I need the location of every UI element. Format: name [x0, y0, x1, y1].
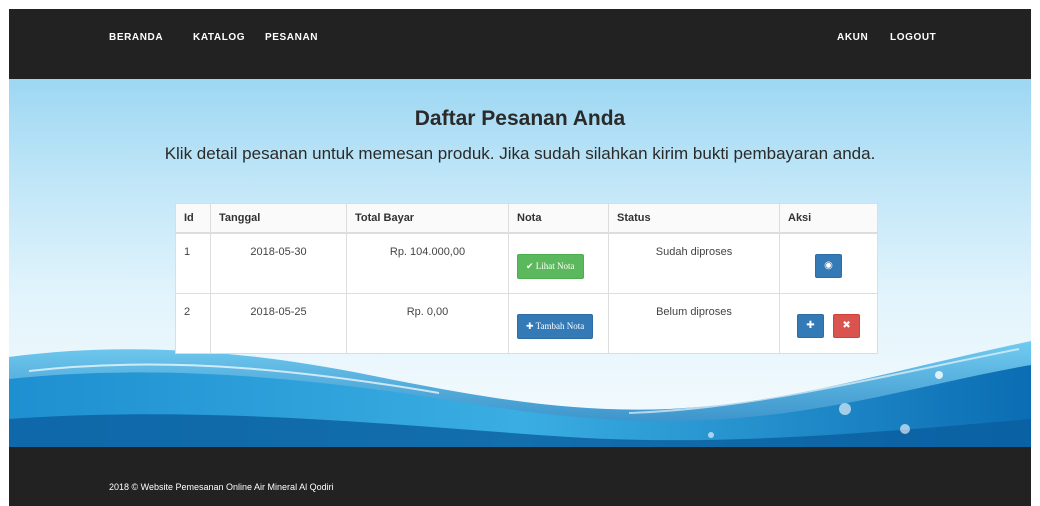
- tambah-nota-button[interactable]: ✚ Tambah Nota: [517, 313, 594, 339]
- nav-pesanan[interactable]: PESANAN: [265, 32, 318, 43]
- lihat-nota-label: Lihat Nota: [535, 261, 575, 271]
- view-order-button[interactable]: ◉: [815, 254, 842, 278]
- footer: 2018 © Website Pemesanan Online Air Mine…: [9, 447, 1031, 506]
- nav-beranda[interactable]: BERANDA: [109, 32, 163, 43]
- cell-nota: ✔ Lihat Nota: [508, 232, 609, 294]
- nav-katalog[interactable]: KATALOG: [193, 32, 245, 43]
- lihat-nota-button[interactable]: ✔ Lihat Nota: [517, 254, 584, 279]
- table-row: 2 2018-05-25 Rp. 0,00 ✚ Tambah Nota Belu…: [175, 292, 878, 354]
- nav-akun[interactable]: AKUN: [837, 32, 868, 43]
- orders-table: Id Tanggal Total Bayar Nota Status Aksi …: [175, 203, 878, 354]
- header-id: Id: [175, 203, 211, 234]
- header-tanggal: Tanggal: [210, 203, 347, 234]
- plus-icon: ✚: [806, 319, 815, 331]
- eye-icon: ◉: [824, 260, 833, 271]
- add-item-button[interactable]: ✚: [796, 313, 824, 338]
- check-icon: ✔: [526, 261, 534, 271]
- header-aksi: Aksi: [779, 203, 878, 234]
- tambah-nota-label: Tambah Nota: [535, 320, 585, 331]
- page-title: Daftar Pesanan Anda: [414, 107, 626, 130]
- footer-copyright: 2018 © Website Pemesanan Online Air Mine…: [109, 482, 334, 492]
- cell-tanggal: 2018-05-25: [210, 292, 347, 354]
- cell-status: Sudah diproses: [608, 232, 780, 294]
- table-header-row: Id Tanggal Total Bayar Nota Status Aksi: [175, 203, 878, 234]
- times-icon: ✖: [842, 319, 851, 331]
- page-frame: BERANDA KATALOG PESANAN AKUN LOGOUT Daft…: [9, 9, 1031, 506]
- cell-total: Rp. 0,00: [346, 292, 509, 354]
- cell-aksi: ◉: [779, 232, 878, 294]
- delete-order-button[interactable]: ✖: [833, 313, 861, 338]
- header-nota: Nota: [508, 203, 609, 234]
- header-status: Status: [608, 203, 780, 234]
- cell-status: Belum diproses: [608, 292, 780, 354]
- cell-id: 1: [175, 232, 211, 294]
- plus-icon: ✚: [526, 320, 534, 331]
- cell-id: 2: [175, 292, 211, 354]
- top-navbar: BERANDA KATALOG PESANAN AKUN LOGOUT: [9, 9, 1031, 79]
- cell-aksi: ✚ ✖: [779, 292, 878, 354]
- hero-section: Daftar Pesanan Anda Klik detail pesanan …: [9, 79, 1031, 447]
- page-subtitle: Klik detail pesanan untuk memesan produk…: [164, 144, 876, 163]
- header-total-bayar: Total Bayar: [346, 203, 509, 234]
- nav-logout[interactable]: LOGOUT: [890, 32, 936, 43]
- table-row: 1 2018-05-30 Rp. 104.000,00 ✔ Lihat Nota…: [175, 232, 878, 294]
- cell-total: Rp. 104.000,00: [346, 232, 509, 294]
- cell-nota: ✚ Tambah Nota: [508, 292, 609, 354]
- cell-tanggal: 2018-05-30: [210, 232, 347, 294]
